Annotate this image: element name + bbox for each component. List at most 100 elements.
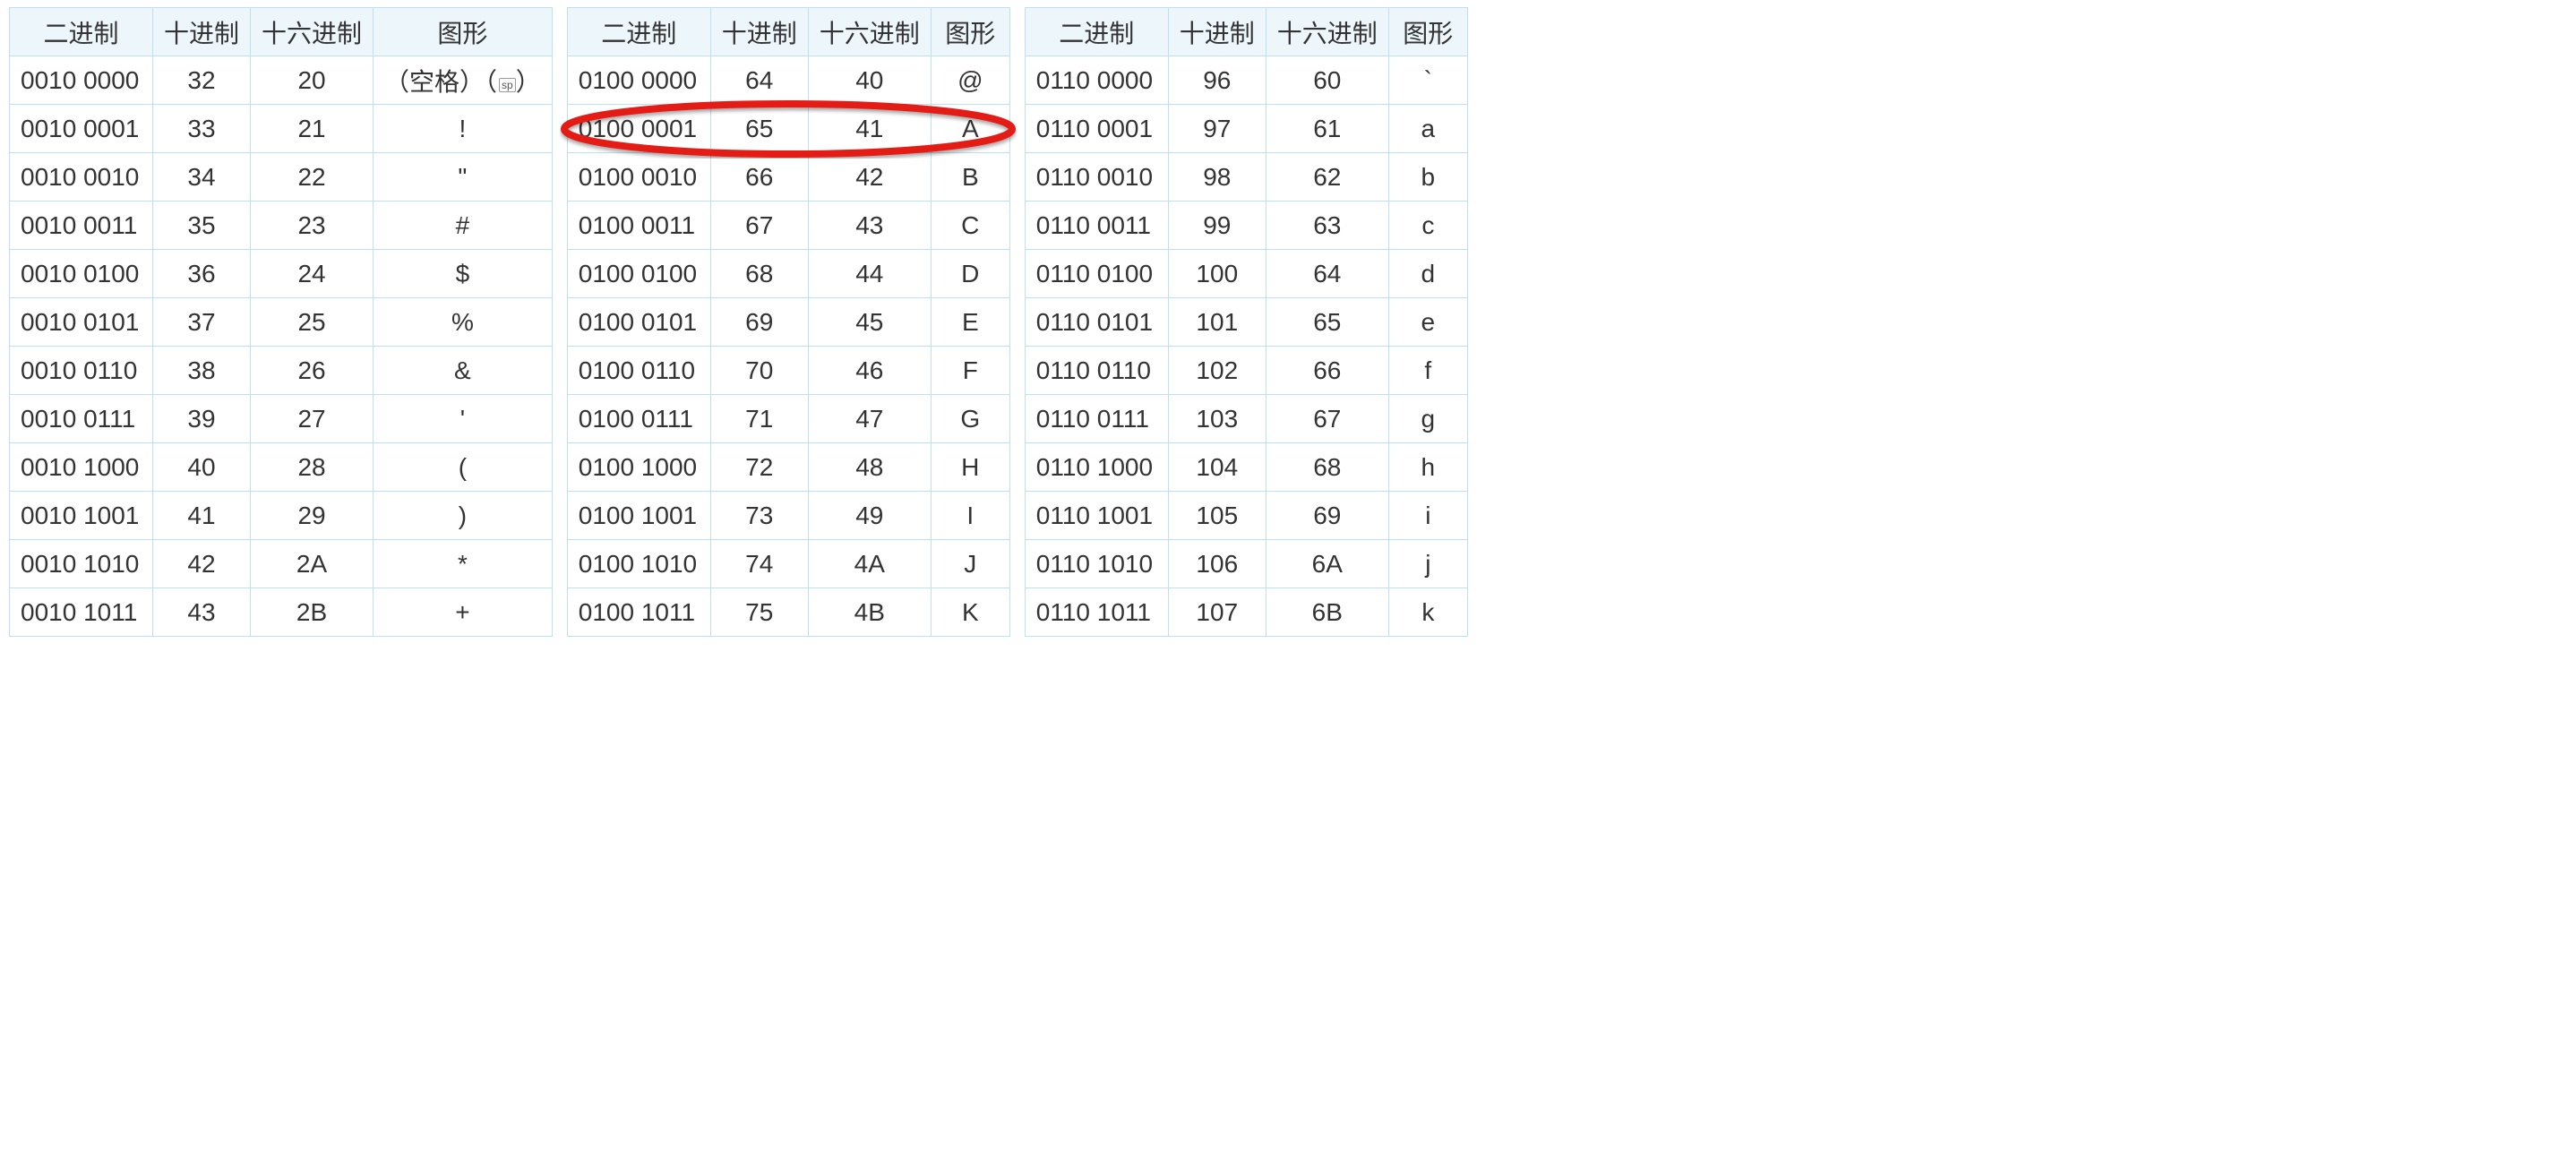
col-header-glyph: 图形 — [931, 8, 1009, 56]
table-row: 0100 00006440@ — [567, 56, 1009, 105]
cell-bin: 0010 1011 — [10, 588, 153, 637]
col-header-dec: 十进制 — [153, 8, 251, 56]
cell-hex: 26 — [251, 347, 374, 395]
cell-hex: 49 — [808, 492, 931, 540]
cell-glyph: + — [374, 588, 553, 637]
cell-dec: 66 — [710, 153, 808, 202]
col-header-hex: 十六进制 — [251, 8, 374, 56]
cell-hex: 64 — [1266, 250, 1388, 298]
table-row: 0010 1011432B+ — [10, 588, 553, 637]
cell-dec: 102 — [1168, 347, 1266, 395]
cell-dec: 100 — [1168, 250, 1266, 298]
cell-glyph: K — [931, 588, 1009, 637]
table-row: 0010 01113927' — [10, 395, 553, 443]
table-row: 0010 00113523# — [10, 202, 553, 250]
cell-glyph: ) — [374, 492, 553, 540]
ascii-tables: 二进制十进制十六进制图形0010 00003220（空格）（sp）0010 00… — [0, 0, 2576, 637]
cell-dec: 105 — [1168, 492, 1266, 540]
cell-bin: 0110 0100 — [1025, 250, 1168, 298]
cell-hex: 41 — [808, 105, 931, 153]
cell-hex: 20 — [251, 56, 374, 105]
cell-bin: 0100 0000 — [567, 56, 710, 105]
cell-bin: 0010 0100 — [10, 250, 153, 298]
cell-glyph: f — [1388, 347, 1467, 395]
cell-glyph: C — [931, 202, 1009, 250]
cell-dec: 35 — [153, 202, 251, 250]
cell-hex: 29 — [251, 492, 374, 540]
cell-dec: 34 — [153, 153, 251, 202]
table-row: 0110 00119963c — [1025, 202, 1467, 250]
col-header-bin: 二进制 — [10, 8, 153, 56]
cell-glyph: a — [1388, 105, 1467, 153]
table-row: 0110 011110367g — [1025, 395, 1467, 443]
cell-dec: 64 — [710, 56, 808, 105]
col-header-dec: 十进制 — [710, 8, 808, 56]
cell-dec: 96 — [1168, 56, 1266, 105]
cell-bin: 0010 0101 — [10, 298, 153, 347]
cell-glyph: E — [931, 298, 1009, 347]
cell-bin: 0100 1000 — [567, 443, 710, 492]
cell-glyph: c — [1388, 202, 1467, 250]
table-row: 0100 01016945E — [567, 298, 1009, 347]
table-row: 0100 1011754BK — [567, 588, 1009, 637]
table-row: 0010 10014129) — [10, 492, 553, 540]
cell-dec: 32 — [153, 56, 251, 105]
cell-dec: 73 — [710, 492, 808, 540]
cell-dec: 67 — [710, 202, 808, 250]
cell-hex: 48 — [808, 443, 931, 492]
cell-hex: 25 — [251, 298, 374, 347]
cell-dec: 68 — [710, 250, 808, 298]
cell-dec: 72 — [710, 443, 808, 492]
cell-hex: 67 — [1266, 395, 1388, 443]
cell-glyph: $ — [374, 250, 553, 298]
table-row: 0110 010010064d — [1025, 250, 1467, 298]
cell-hex: 69 — [1266, 492, 1388, 540]
cell-dec: 107 — [1168, 588, 1266, 637]
cell-hex: 66 — [1266, 347, 1388, 395]
table-row: 0110 00109862b — [1025, 153, 1467, 202]
cell-hex: 6A — [1266, 540, 1388, 588]
cell-bin: 0100 0010 — [567, 153, 710, 202]
cell-dec: 41 — [153, 492, 251, 540]
table-row: 0100 10007248H — [567, 443, 1009, 492]
cell-hex: 45 — [808, 298, 931, 347]
cell-bin: 0100 0111 — [567, 395, 710, 443]
table-row: 0110 00009660` — [1025, 56, 1467, 105]
cell-bin: 0110 0000 — [1025, 56, 1168, 105]
cell-bin: 0010 0010 — [10, 153, 153, 202]
cell-bin: 0100 0011 — [567, 202, 710, 250]
ascii-table: 二进制十进制十六进制图形0100 00006440@0100 00016541A… — [567, 7, 1010, 637]
cell-dec: 70 — [710, 347, 808, 395]
cell-glyph: （空格）（sp） — [374, 56, 553, 105]
cell-hex: 62 — [1266, 153, 1388, 202]
cell-hex: 43 — [808, 202, 931, 250]
col-header-dec: 十进制 — [1168, 8, 1266, 56]
cell-hex: 46 — [808, 347, 931, 395]
table-row: 0110 00019761a — [1025, 105, 1467, 153]
cell-hex: 42 — [808, 153, 931, 202]
cell-hex: 47 — [808, 395, 931, 443]
cell-glyph: ` — [1388, 56, 1467, 105]
cell-dec: 38 — [153, 347, 251, 395]
cell-hex: 4B — [808, 588, 931, 637]
col-header-bin: 二进制 — [567, 8, 710, 56]
cell-bin: 0100 0101 — [567, 298, 710, 347]
cell-dec: 39 — [153, 395, 251, 443]
table-row: 0010 1010422A* — [10, 540, 553, 588]
table-row: 0110 100110569i — [1025, 492, 1467, 540]
table-row: 0100 1010744AJ — [567, 540, 1009, 588]
cell-dec: 43 — [153, 588, 251, 637]
cell-glyph: G — [931, 395, 1009, 443]
cell-glyph: " — [374, 153, 553, 202]
cell-glyph: B — [931, 153, 1009, 202]
col-header-bin: 二进制 — [1025, 8, 1168, 56]
space-badge: sp — [499, 78, 516, 92]
cell-bin: 0110 1010 — [1025, 540, 1168, 588]
cell-hex: 2B — [251, 588, 374, 637]
cell-bin: 0110 1000 — [1025, 443, 1168, 492]
cell-bin: 0110 0111 — [1025, 395, 1168, 443]
cell-bin: 0100 1010 — [567, 540, 710, 588]
ascii-table: 二进制十进制十六进制图形0010 00003220（空格）（sp）0010 00… — [9, 7, 553, 637]
table-row: 0110 011010266f — [1025, 347, 1467, 395]
cell-dec: 106 — [1168, 540, 1266, 588]
